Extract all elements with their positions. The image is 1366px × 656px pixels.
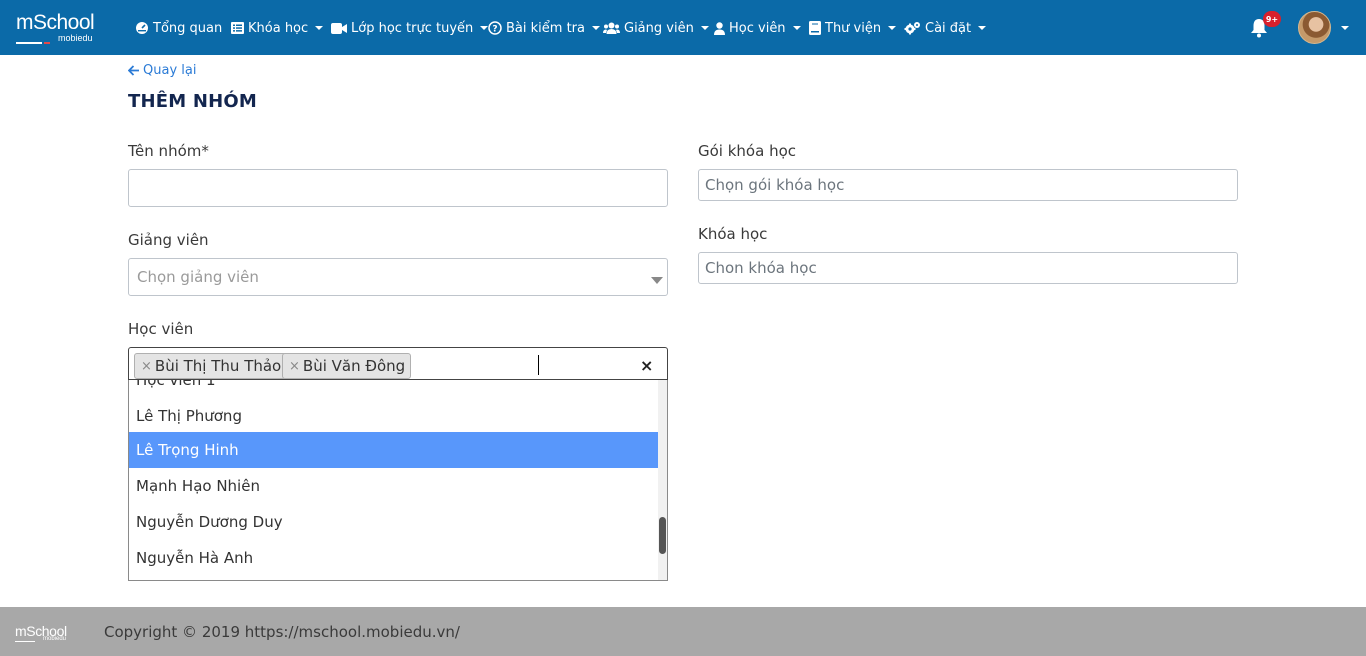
tag-label: Bùi Văn Đông [302, 357, 406, 375]
tag-label: Bùi Thị Thu Thảo [154, 357, 282, 375]
text-cursor [538, 355, 539, 375]
dropdown-option[interactable]: Nguyễn Dương Duy [129, 504, 659, 540]
caret-down-icon [591, 26, 600, 30]
top-navbar: mSchool mobiedu Tổng quan Khóa học Lớp h… [0, 0, 1366, 55]
nav-label: Tổng quan [153, 20, 223, 36]
arrow-left-icon [128, 65, 140, 76]
nav-item-courses[interactable]: Khóa học [231, 18, 324, 38]
lecturer-placeholder: Chọn giảng viên [137, 268, 259, 286]
copyright-text: Copyright © 2019 https://mschool.mobiedu… [104, 623, 460, 641]
brand-name: mSchool [16, 11, 95, 34]
caret-down-icon [978, 26, 987, 30]
dropdown-option[interactable]: Học viên 1 [129, 380, 659, 398]
user-icon [714, 21, 725, 35]
gears-icon [904, 21, 921, 35]
dropdown-option[interactable]: Mạnh Hạo Nhiên [129, 468, 659, 504]
selected-student-tag[interactable]: × Bùi Văn Đông [282, 353, 412, 379]
course-package-input[interactable]: Chọn gói khóa học [698, 169, 1238, 201]
caret-down-icon [888, 26, 897, 30]
dashboard-icon [135, 21, 149, 35]
students-label: Học viên [128, 320, 194, 338]
caret-down-icon [315, 26, 324, 30]
caret-down-icon [792, 26, 801, 30]
nav-label: Giảng viên [624, 20, 694, 36]
nav-item-students[interactable]: Học viên [714, 18, 801, 38]
remove-tag-icon[interactable]: × [141, 359, 152, 374]
caret-down-icon [700, 26, 709, 30]
notification-badge: 9+ [1263, 11, 1281, 27]
course-package-label: Gói khóa học [698, 142, 796, 160]
caret-down-icon [651, 277, 663, 284]
students-dropdown: Học viên 1 Lê Thị Phương Lê Trọng Hinh M… [128, 380, 668, 581]
group-name-label: Tên nhóm* [128, 142, 209, 160]
nav-item-tests[interactable]: ? Bài kiểm tra [488, 18, 600, 38]
clear-selection-icon[interactable]: × [640, 356, 653, 375]
nav-item-settings[interactable]: Cài đặt [904, 18, 987, 38]
dropdown-option[interactable]: Nguyễn Hà Anh [129, 540, 659, 576]
avatar[interactable] [1298, 11, 1331, 44]
nav-item-library[interactable]: Thư viện [809, 18, 897, 38]
scrollbar-thumb[interactable] [659, 517, 666, 554]
group-name-input[interactable] [128, 169, 668, 207]
mschool-logo[interactable]: mSchool mobiedu [16, 11, 112, 45]
logo-accent-line [44, 42, 50, 44]
book-icon [809, 21, 821, 35]
nav-item-online-classes[interactable]: Lớp học trực tuyến [331, 18, 489, 38]
lecturer-label: Giảng viên [128, 231, 209, 249]
video-camera-icon [331, 22, 347, 34]
nav-label: Bài kiểm tra [506, 20, 585, 36]
logo-underline [16, 42, 42, 44]
back-link[interactable]: Quay lại [128, 63, 196, 78]
footer-logo-underline [15, 641, 35, 642]
nav-label: Khóa học [248, 20, 309, 36]
students-multiselect[interactable]: × Bùi Thị Thu Thảo × Bùi Văn Đông × [128, 347, 668, 380]
course-label: Khóa học [698, 225, 768, 243]
back-label: Quay lại [143, 63, 197, 78]
selected-student-tag[interactable]: × Bùi Thị Thu Thảo [134, 353, 288, 379]
nav-label: Học viên [729, 20, 786, 36]
nav-label: Thư viện [825, 20, 882, 36]
remove-tag-icon[interactable]: × [289, 359, 300, 374]
nav-label: Cài đặt [925, 20, 972, 36]
users-icon [603, 22, 620, 34]
course-input[interactable]: Chon khóa học [698, 252, 1238, 284]
question-circle-icon: ? [488, 21, 502, 35]
nav-item-lecturers[interactable]: Giảng viên [603, 18, 709, 38]
footer-logo: mSchool mobiedu [15, 621, 81, 645]
list-icon [231, 22, 244, 34]
footer-brand-sub: mobiedu [43, 636, 67, 642]
svg-text:?: ? [492, 25, 497, 35]
caret-down-icon[interactable] [1341, 26, 1349, 30]
nav-item-dashboard[interactable]: Tổng quan [135, 18, 222, 38]
page-title: THÊM NHÓM [128, 91, 257, 112]
brand-sub: mobiedu [58, 33, 93, 43]
nav-label: Lớp học trực tuyến [351, 20, 474, 36]
lecturer-select[interactable]: Chọn giảng viên [128, 258, 668, 296]
dropdown-option[interactable]: Lê Thị Phương [129, 398, 659, 434]
dropdown-option-highlighted[interactable]: Lê Trọng Hinh [129, 432, 659, 468]
